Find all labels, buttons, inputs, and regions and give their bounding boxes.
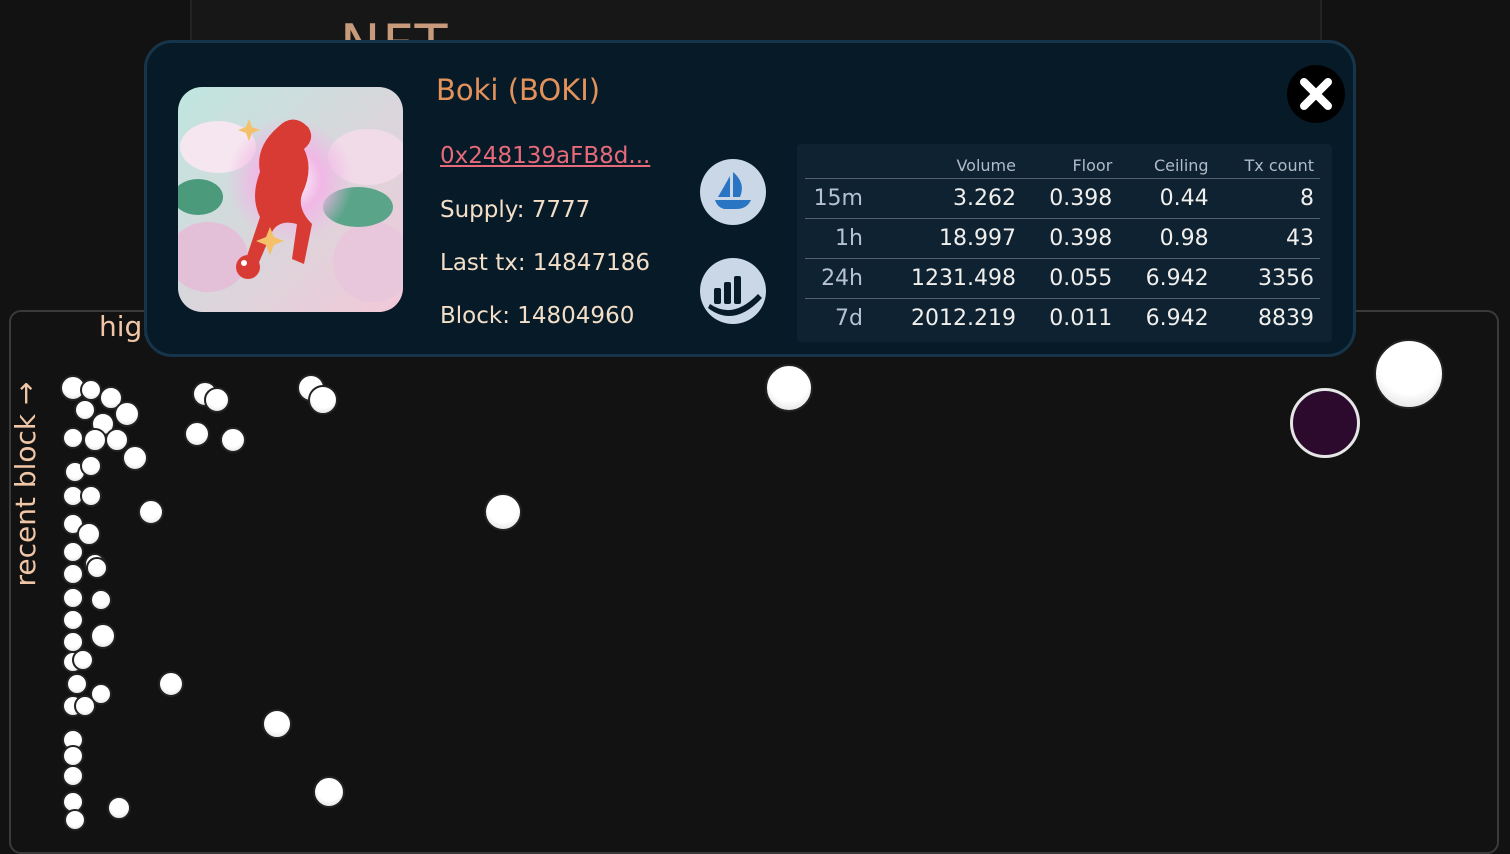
header-period bbox=[805, 148, 867, 179]
data-bubble[interactable] bbox=[62, 427, 84, 449]
header-ceiling: Ceiling bbox=[1118, 148, 1215, 179]
data-bubble[interactable] bbox=[204, 387, 230, 413]
volume-cell: 18.997 bbox=[867, 218, 1022, 259]
data-bubble[interactable] bbox=[80, 455, 102, 477]
data-bubble[interactable] bbox=[62, 587, 84, 609]
data-bubble[interactable] bbox=[122, 445, 148, 471]
floor-cell: 0.398 bbox=[1021, 178, 1119, 219]
data-bubble[interactable] bbox=[62, 563, 84, 585]
period-cell: 24h bbox=[805, 258, 867, 299]
data-bubble[interactable] bbox=[107, 796, 131, 820]
table-row: 15m 3.262 0.398 0.44 8 bbox=[805, 178, 1320, 219]
data-bubble[interactable] bbox=[158, 671, 184, 697]
volume-cell: 3.262 bbox=[867, 178, 1022, 219]
floor-cell: 0.055 bbox=[1021, 258, 1119, 299]
collection-name: Boki (BOKI) bbox=[436, 73, 601, 107]
y-axis-label: recent block → bbox=[9, 381, 42, 587]
data-bubble[interactable] bbox=[484, 493, 522, 531]
ceiling-cell: 0.44 bbox=[1118, 178, 1215, 219]
trading-stats-table: Volume Floor Ceiling Tx count 15m 3.262 … bbox=[797, 144, 1332, 342]
data-bubble[interactable] bbox=[62, 745, 84, 767]
header-volume: Volume bbox=[867, 148, 1022, 179]
data-bubble[interactable] bbox=[66, 673, 88, 695]
floor-cell: 0.398 bbox=[1021, 218, 1119, 259]
volume-cell: 1231.498 bbox=[867, 258, 1022, 299]
header-floor: Floor bbox=[1021, 148, 1119, 179]
data-bubble[interactable] bbox=[220, 427, 246, 453]
data-bubble[interactable] bbox=[62, 609, 84, 631]
collection-detail-modal: Boki (BOKI) 0x248139aFB8d... Supply: 777… bbox=[144, 40, 1356, 357]
volume-cell: 2012.219 bbox=[910, 306, 1016, 331]
data-bubble[interactable] bbox=[72, 649, 94, 671]
data-bubble[interactable] bbox=[64, 809, 86, 831]
data-bubble[interactable] bbox=[313, 776, 345, 808]
data-bubble[interactable] bbox=[262, 709, 292, 739]
tx-count-cell: 8 bbox=[1214, 178, 1320, 219]
floor-cell: 0.011 bbox=[1049, 306, 1113, 331]
table-row: 7d 2012.219 0.011 6.942 8839 bbox=[805, 299, 1320, 339]
data-bubble[interactable] bbox=[184, 421, 210, 447]
data-bubble[interactable] bbox=[1374, 339, 1444, 409]
period-cell: 7d bbox=[835, 306, 863, 331]
ceiling-cell: 6.942 bbox=[1118, 258, 1215, 299]
opensea-icon[interactable] bbox=[700, 159, 766, 225]
tx-count-cell: 8839 bbox=[1258, 306, 1314, 331]
close-x-icon bbox=[1300, 78, 1332, 110]
close-button[interactable] bbox=[1287, 65, 1345, 123]
table-row: 1h 18.997 0.398 0.98 43 bbox=[805, 218, 1320, 259]
data-bubble[interactable] bbox=[83, 428, 107, 452]
period-cell: 15m bbox=[805, 178, 867, 219]
data-bubble[interactable] bbox=[765, 364, 813, 412]
table-row: 24h 1231.498 0.055 6.942 3356 bbox=[805, 258, 1320, 299]
bubble-plot-panel[interactable]: high recent block → bbox=[9, 310, 1499, 854]
contract-address-link[interactable]: 0x248139aFB8d... bbox=[440, 143, 650, 169]
data-bubble[interactable] bbox=[86, 557, 108, 579]
bar-chart-icon[interactable] bbox=[700, 258, 766, 324]
data-bubble[interactable] bbox=[308, 385, 338, 415]
data-bubble[interactable] bbox=[90, 623, 116, 649]
tx-count-cell: 3356 bbox=[1214, 258, 1320, 299]
last-tx-text: Last tx: 14847186 bbox=[440, 250, 650, 276]
supply-text: Supply: 7777 bbox=[440, 197, 591, 223]
header-tx-count: Tx count bbox=[1214, 148, 1320, 179]
data-bubble[interactable] bbox=[62, 541, 84, 563]
data-bubble[interactable] bbox=[114, 401, 140, 427]
tx-count-cell: 43 bbox=[1214, 218, 1320, 259]
data-bubble[interactable] bbox=[138, 499, 164, 525]
data-bubble[interactable] bbox=[62, 765, 84, 787]
data-bubble[interactable] bbox=[74, 695, 96, 717]
data-bubble[interactable] bbox=[77, 522, 101, 546]
ceiling-cell: 6.942 bbox=[1145, 306, 1209, 331]
period-cell: 1h bbox=[805, 218, 867, 259]
collection-thumbnail bbox=[178, 87, 403, 312]
data-bubble[interactable] bbox=[80, 485, 102, 507]
selected-bubble[interactable] bbox=[1290, 388, 1360, 458]
ceiling-cell: 0.98 bbox=[1118, 218, 1215, 259]
block-text: Block: 14804960 bbox=[440, 303, 635, 329]
data-bubble[interactable] bbox=[90, 589, 112, 611]
